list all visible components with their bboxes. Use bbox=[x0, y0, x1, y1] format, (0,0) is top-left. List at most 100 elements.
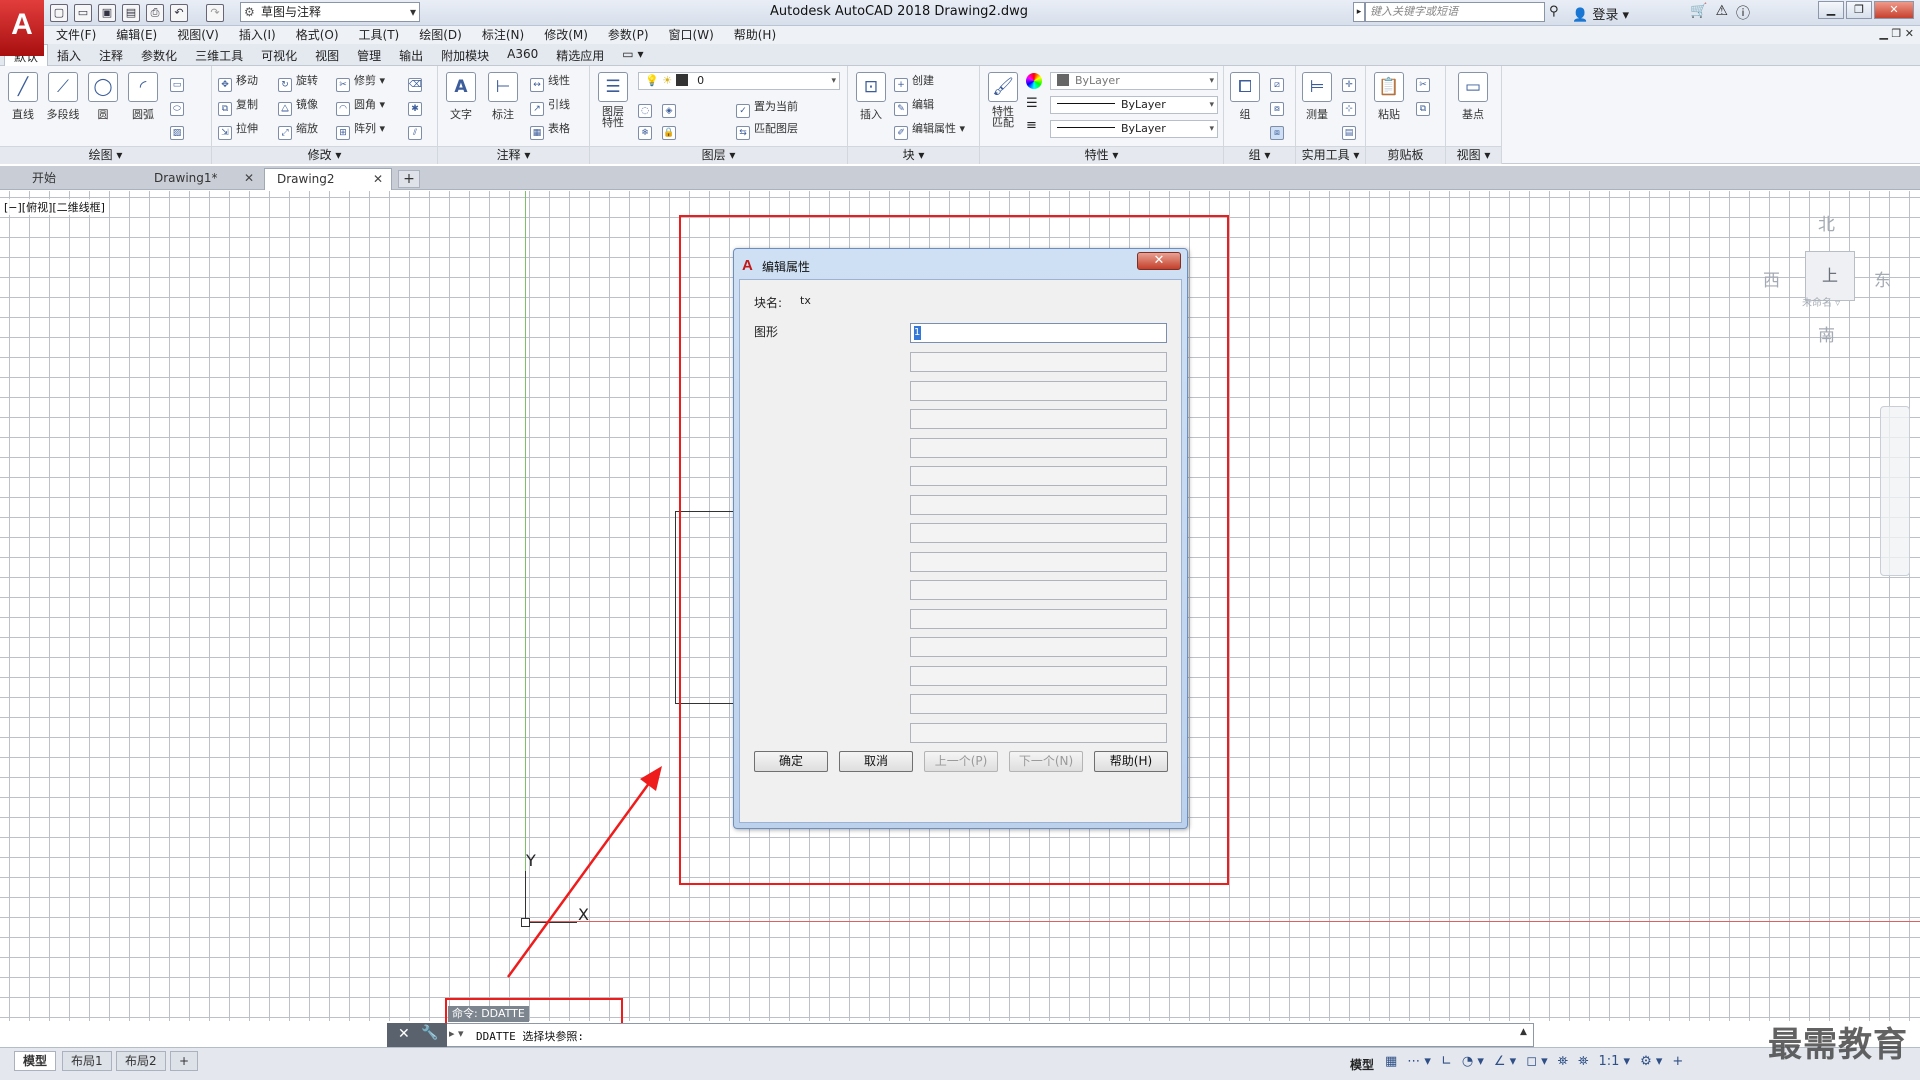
menu-parametric[interactable]: 参数(P) bbox=[598, 26, 659, 44]
menu-window[interactable]: 窗口(W) bbox=[659, 26, 724, 44]
plus-icon[interactable]: + bbox=[1672, 1054, 1683, 1069]
menu-modify[interactable]: 修改(M) bbox=[534, 26, 598, 44]
color-select[interactable]: ByLayer ▾ bbox=[1050, 72, 1218, 90]
edit-block-button[interactable]: ✎ 编辑 bbox=[894, 96, 934, 116]
tab-featured-apps[interactable]: 精选应用 bbox=[547, 44, 613, 65]
app-logo[interactable]: A bbox=[0, 0, 44, 56]
command-prompt-icon[interactable]: ▸ ▾ bbox=[449, 1027, 464, 1040]
snap-icon[interactable]: ⋯ ▾ bbox=[1407, 1054, 1431, 1069]
doc-tab-drawing2[interactable]: Drawing2 ✕ bbox=[264, 168, 392, 190]
ortho-icon[interactable]: ∟ bbox=[1441, 1054, 1452, 1069]
fillet-button[interactable]: ◠ 圆角 ▾ bbox=[336, 96, 385, 116]
panel-block-title[interactable]: 块 ▾ bbox=[848, 146, 979, 164]
table-button[interactable]: ▦ 表格 bbox=[530, 120, 570, 140]
utility-tool-3[interactable]: ▤ bbox=[1342, 120, 1360, 140]
dialog-close-button[interactable]: ✕ bbox=[1137, 252, 1181, 270]
wrench-icon[interactable]: 🔧 bbox=[421, 1025, 438, 1041]
layer-tool-4[interactable]: 🔒 bbox=[662, 120, 680, 140]
dimension-button[interactable]: ⊢ 标注 bbox=[484, 72, 522, 122]
cut-button[interactable]: ✂ bbox=[1416, 72, 1434, 92]
offset-button[interactable]: ⫽ bbox=[408, 120, 426, 140]
ucs-origin-icon[interactable] bbox=[521, 918, 530, 927]
doc-tab-drawing1[interactable]: Drawing1* ✕ bbox=[126, 168, 262, 190]
panel-group-title[interactable]: 组 ▾ bbox=[1224, 146, 1295, 164]
layer-tool-3[interactable]: ❄ bbox=[638, 120, 656, 140]
a360-icon[interactable]: ⚠ bbox=[1715, 3, 1728, 23]
doc-tab-start[interactable]: 开始 bbox=[4, 168, 124, 190]
linetype-select[interactable]: ByLayer ▾ bbox=[1050, 96, 1218, 114]
add-layout-button[interactable]: + bbox=[170, 1051, 199, 1071]
print-icon[interactable]: ⎙ bbox=[146, 4, 164, 22]
help-button[interactable]: 帮助(H) bbox=[1094, 751, 1168, 772]
navigation-bar[interactable] bbox=[1880, 406, 1910, 576]
new-file-icon[interactable]: ▢ bbox=[50, 4, 68, 22]
arc-button[interactable]: ◜ 圆弧 bbox=[124, 72, 162, 122]
group-select-button[interactable]: ⧈ bbox=[1270, 120, 1288, 140]
command-history-toggle-icon[interactable]: ▲ bbox=[1520, 1027, 1527, 1037]
scale-button[interactable]: ⤢ 缩放 bbox=[278, 120, 318, 140]
panel-draw-title[interactable]: 绘图 ▾ bbox=[0, 146, 211, 164]
open-file-icon[interactable]: ▭ bbox=[74, 4, 92, 22]
new-tab-button[interactable]: + bbox=[398, 170, 420, 188]
close-window-button[interactable]: ✕ bbox=[1874, 1, 1914, 19]
copy-button[interactable]: ⧉ 复制 bbox=[218, 96, 258, 116]
rotate-button[interactable]: ↻ 旋转 bbox=[278, 72, 318, 92]
binoculars-icon[interactable]: ⚲ bbox=[1549, 4, 1559, 19]
leader-button[interactable]: ↗ 引线 bbox=[530, 96, 570, 116]
tab-insert[interactable]: 插入 bbox=[48, 44, 90, 65]
copy-clip-button[interactable]: ⧉ bbox=[1416, 96, 1434, 116]
login-button[interactable]: 👤 登录 ▾ bbox=[1572, 4, 1629, 23]
previous-button[interactable]: 上一个(P) bbox=[924, 751, 998, 772]
paste-button[interactable]: 📋 粘贴 bbox=[1370, 72, 1408, 122]
tab-annotate[interactable]: 注释 bbox=[90, 44, 132, 65]
dialog-titlebar[interactable]: A 编辑属性 ✕ bbox=[734, 249, 1187, 279]
close-icon[interactable]: ✕ bbox=[398, 1026, 410, 1042]
linear-button[interactable]: ↔ 线性 bbox=[530, 72, 570, 92]
tab-manage[interactable]: 管理 bbox=[348, 44, 390, 65]
set-current-button[interactable]: ✓ 置为当前 bbox=[736, 98, 798, 118]
panel-view-title[interactable]: 视图 ▾ bbox=[1446, 146, 1501, 164]
lineweight-icon[interactable]: ≡ bbox=[1026, 118, 1037, 133]
tab-visualize[interactable]: 可视化 bbox=[252, 44, 306, 65]
line-button[interactable]: ╱ 直线 bbox=[4, 72, 42, 122]
color-wheel-icon[interactable] bbox=[1026, 73, 1042, 89]
edit-attributes-button[interactable]: ✐ 编辑属性 ▾ bbox=[894, 120, 965, 140]
help-icon[interactable]: ⓘ bbox=[1736, 3, 1750, 23]
annotation-visibility-icon[interactable]: ⛯ bbox=[1578, 1054, 1588, 1069]
base-view-button[interactable]: ▭ 基点 bbox=[1454, 72, 1492, 122]
text-button[interactable]: A 文字 bbox=[442, 72, 480, 122]
menu-view[interactable]: 视图(V) bbox=[167, 26, 229, 44]
trim-button[interactable]: ✂ 修剪 ▾ bbox=[336, 72, 385, 92]
match-properties-button[interactable]: 🖌 特性 匹配 bbox=[984, 72, 1022, 128]
menu-tools[interactable]: 工具(T) bbox=[349, 26, 410, 44]
osnap-icon[interactable]: ◻ ▾ bbox=[1526, 1054, 1547, 1069]
array-button[interactable]: ⊞ 阵列 ▾ bbox=[336, 120, 385, 140]
scale-label[interactable]: 1:1 ▾ bbox=[1598, 1054, 1630, 1069]
search-expand-icon[interactable]: ▸ bbox=[1353, 2, 1365, 22]
minimize-button[interactable]: ▁ bbox=[1818, 1, 1844, 19]
menu-format[interactable]: 格式(O) bbox=[286, 26, 349, 44]
layout-tab-layout1[interactable]: 布局1 bbox=[62, 1051, 112, 1071]
match-layer-button[interactable]: ⇆ 匹配图层 bbox=[736, 120, 798, 140]
linetype-icon[interactable]: ☰ bbox=[1026, 96, 1038, 111]
hatch-button[interactable]: ▨ bbox=[170, 120, 188, 140]
next-button[interactable]: 下一个(N) bbox=[1009, 751, 1083, 772]
undo-icon[interactable]: ↶ bbox=[170, 4, 188, 22]
ellipse-button[interactable]: ⬭ bbox=[170, 96, 188, 116]
tab-output[interactable]: 输出 bbox=[390, 44, 432, 65]
panel-modify-title[interactable]: 修改 ▾ bbox=[212, 146, 437, 164]
cancel-button[interactable]: 取消 bbox=[839, 751, 913, 772]
circle-button[interactable]: ◯ 圆 bbox=[84, 72, 122, 122]
save-as-icon[interactable]: ▤ bbox=[122, 4, 140, 22]
maximize-button[interactable]: ❐ bbox=[1846, 1, 1872, 19]
viewcube-east[interactable]: 东 bbox=[1874, 266, 1891, 291]
utility-tool-1[interactable]: ✛ bbox=[1342, 72, 1360, 92]
tab-ribbon-options[interactable]: ▭ ▾ bbox=[613, 44, 652, 65]
menu-draw[interactable]: 绘图(D) bbox=[409, 26, 472, 44]
menu-insert[interactable]: 插入(I) bbox=[229, 26, 286, 44]
tab-addins[interactable]: 附加模块 bbox=[432, 44, 498, 65]
ucs-menu[interactable]: 未命名 ▿ bbox=[1802, 294, 1840, 309]
viewport-controls[interactable]: [−][俯视][二维线框] bbox=[4, 199, 105, 215]
gear-icon[interactable]: ⚙ ▾ bbox=[1640, 1054, 1662, 1069]
search-input[interactable]: 键入关键字或短语 bbox=[1365, 2, 1545, 22]
